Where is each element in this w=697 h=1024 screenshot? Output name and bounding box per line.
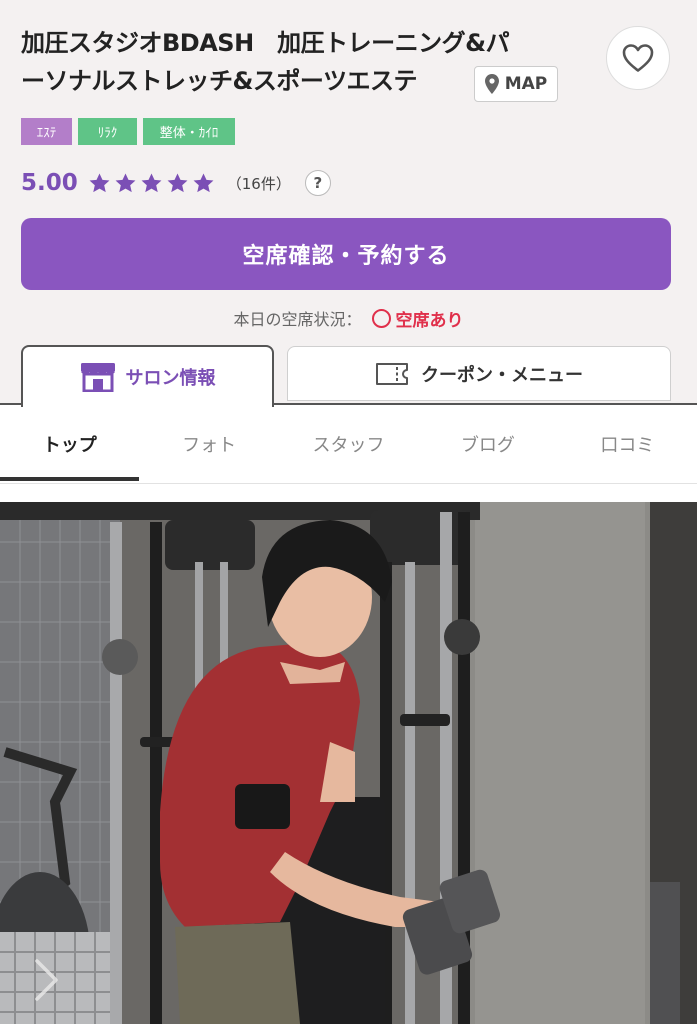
favorite-button[interactable] [606, 26, 670, 90]
sub-tab-border [0, 483, 697, 484]
chevron-right-icon [35, 959, 58, 1001]
subtab-reviews[interactable]: 口コミ [558, 405, 697, 483]
rating-stars [88, 172, 215, 195]
map-button[interactable]: MAP [474, 66, 558, 102]
star-icon [167, 172, 188, 192]
gym-training-photo [0, 502, 697, 1024]
star-icon [89, 172, 110, 192]
salon-main-photo[interactable] [0, 502, 697, 1024]
tag-relaxation: ﾘﾗｸ [78, 118, 137, 145]
star-icon [193, 172, 214, 192]
available-circle-icon [371, 308, 391, 328]
salon-title-line-1: 加圧スタジオBDASH 加圧トレーニング&パ [21, 29, 510, 57]
map-label: MAP [504, 74, 548, 94]
help-icon[interactable]: ? [304, 170, 331, 196]
rating-score: 5.00 [21, 170, 78, 196]
tab-salon-info-label: サロン情報 [125, 368, 216, 389]
subtab-top[interactable]: トップ [0, 405, 140, 483]
carousel-next-button[interactable] [16, 948, 76, 1012]
coupon-ticket-icon [376, 362, 408, 385]
availability-status: 本日の空席状況： 空席あり [0, 303, 697, 333]
subtab-photo[interactable]: フォト [139, 405, 278, 483]
tag-esthe: ｴｽﾃ [21, 118, 72, 145]
availability-label: 本日の空席状況： [233, 310, 362, 329]
salon-title-line-2: ーソナルストレッチ&スポーツエステ [21, 67, 417, 95]
tab-coupon-menu-label: クーポン・メニュー [421, 364, 583, 386]
rating-row: 5.00 （16件） ? [21, 166, 331, 200]
subtab-blog[interactable]: ブログ [418, 405, 557, 483]
map-pin-icon [484, 74, 499, 94]
tab-coupon-menu[interactable]: クーポン・メニュー [287, 346, 671, 401]
star-icon [141, 172, 162, 192]
storefront-icon [80, 363, 115, 392]
tab-salon-info[interactable]: サロン情報 [21, 345, 274, 407]
genre-tags: ｴｽﾃ ﾘﾗｸ 整体・ｶｲﾛ [21, 118, 235, 145]
subtab-staff[interactable]: スタッフ [279, 405, 418, 483]
tag-seitai-chiro: 整体・ｶｲﾛ [143, 118, 235, 145]
availability-value: 空席あり [395, 310, 464, 331]
review-count[interactable]: （16件） [227, 173, 291, 194]
reserve-button[interactable]: 空席確認・予約する [21, 218, 671, 290]
star-icon [115, 172, 136, 192]
heart-icon [622, 44, 654, 72]
sub-tab-bar: トップ フォト スタッフ ブログ 口コミ [0, 405, 697, 483]
